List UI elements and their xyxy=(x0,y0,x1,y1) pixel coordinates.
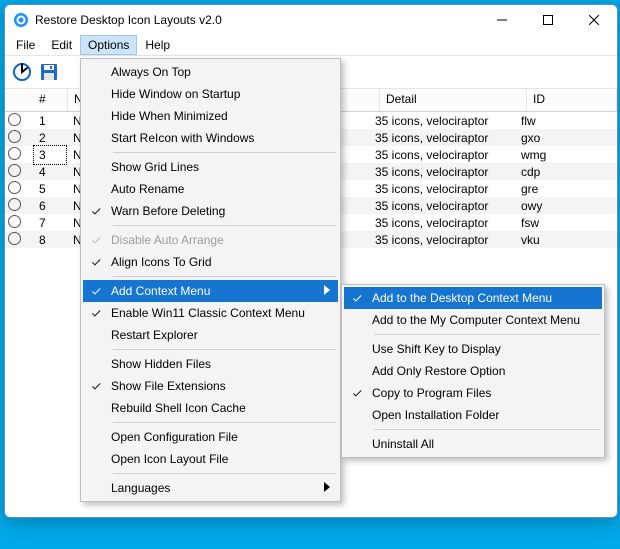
menubar: File Edit Options Help xyxy=(5,35,617,56)
close-button[interactable] xyxy=(571,5,617,35)
check-icon xyxy=(92,381,100,389)
context-submenu: Add to the Desktop Context Menu Add to t… xyxy=(341,284,605,458)
refresh-button[interactable] xyxy=(9,60,34,85)
opt-hide-startup[interactable]: Hide Window on Startup xyxy=(83,83,338,105)
opt-always-on-top[interactable]: Always On Top xyxy=(83,61,338,83)
opt-warn-before-deleting[interactable]: Warn Before Deleting xyxy=(83,200,338,222)
row-radio[interactable] xyxy=(8,232,21,245)
check-icon xyxy=(92,308,100,316)
check-icon xyxy=(353,388,361,396)
options-dropdown: Always On Top Hide Window on Startup Hid… xyxy=(80,58,341,502)
opt-start-with-windows[interactable]: Start ReIcon with Windows xyxy=(83,127,338,149)
opt-disable-auto-arrange: Disable Auto Arrange xyxy=(83,229,338,251)
opt-restart-explorer[interactable]: Restart Explorer xyxy=(83,324,338,346)
sub-add-desktop[interactable]: Add to the Desktop Context Menu xyxy=(344,287,602,309)
opt-align-icons[interactable]: Align Icons To Grid xyxy=(83,251,338,273)
row-radio[interactable] xyxy=(8,181,21,194)
check-icon xyxy=(92,286,100,294)
submenu-arrow-icon xyxy=(324,481,330,495)
opt-hide-minimized[interactable]: Hide When Minimized xyxy=(83,105,338,127)
titlebar: Restore Desktop Icon Layouts v2.0 xyxy=(5,5,617,35)
cell-num: 8 xyxy=(33,230,67,250)
check-icon xyxy=(92,206,100,214)
row-radio[interactable] xyxy=(8,215,21,228)
sub-add-mycomputer[interactable]: Add to the My Computer Context Menu xyxy=(344,309,602,331)
opt-open-config[interactable]: Open Configuration File xyxy=(83,426,338,448)
row-radio[interactable] xyxy=(8,130,21,143)
save-button[interactable] xyxy=(36,60,61,85)
sub-copy-program-files[interactable]: Copy to Program Files xyxy=(344,382,602,404)
sub-use-shift[interactable]: Use Shift Key to Display xyxy=(344,338,602,360)
opt-add-context-menu[interactable]: Add Context Menu xyxy=(83,280,338,302)
check-icon xyxy=(92,257,100,265)
col-detail[interactable]: Detail xyxy=(380,89,527,111)
sub-uninstall-all[interactable]: Uninstall All xyxy=(344,433,602,455)
app-window: Restore Desktop Icon Layouts v2.0 File E… xyxy=(4,4,618,518)
check-icon xyxy=(353,293,361,301)
opt-open-layout[interactable]: Open Icon Layout File xyxy=(83,448,338,470)
sub-open-install[interactable]: Open Installation Folder xyxy=(344,404,602,426)
row-radio[interactable] xyxy=(8,147,21,160)
app-icon xyxy=(13,12,29,28)
opt-rebuild-cache[interactable]: Rebuild Shell Icon Cache xyxy=(83,397,338,419)
maximize-button[interactable] xyxy=(525,5,571,35)
opt-show-grid-lines[interactable]: Show Grid Lines xyxy=(83,156,338,178)
cell-id: vku xyxy=(515,230,617,250)
opt-show-hidden[interactable]: Show Hidden Files xyxy=(83,353,338,375)
row-radio[interactable] xyxy=(8,164,21,177)
check-icon xyxy=(92,235,100,243)
opt-show-extensions[interactable]: Show File Extensions xyxy=(83,375,338,397)
opt-languages[interactable]: Languages xyxy=(83,477,338,499)
window-title: Restore Desktop Icon Layouts v2.0 xyxy=(35,13,479,27)
minimize-button[interactable] xyxy=(479,5,525,35)
col-id[interactable]: ID xyxy=(527,89,617,111)
menu-edit[interactable]: Edit xyxy=(43,35,80,55)
menu-options[interactable]: Options xyxy=(80,35,137,55)
row-radio[interactable] xyxy=(8,113,21,126)
menu-help[interactable]: Help xyxy=(137,35,178,55)
menu-file[interactable]: File xyxy=(8,35,43,55)
cell-detail: 35 icons, velociraptor xyxy=(369,230,515,250)
opt-auto-rename[interactable]: Auto Rename xyxy=(83,178,338,200)
sub-add-only-restore[interactable]: Add Only Restore Option xyxy=(344,360,602,382)
submenu-arrow-icon xyxy=(324,284,330,298)
row-radio[interactable] xyxy=(8,198,21,211)
col-num[interactable]: # xyxy=(33,89,68,111)
opt-enable-win11[interactable]: Enable Win11 Classic Context Menu xyxy=(83,302,338,324)
